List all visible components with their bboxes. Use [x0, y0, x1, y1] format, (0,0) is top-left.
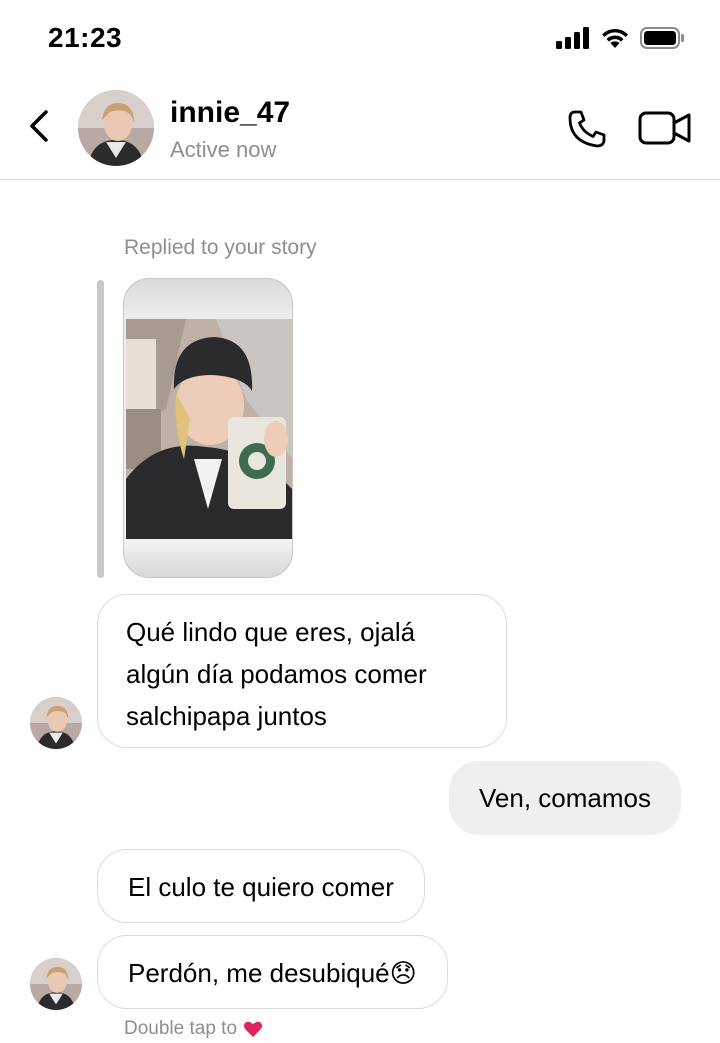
chat-screen: 21:23 innie_47 Active now Replied to you… — [0, 0, 720, 1043]
username[interactable]: innie_47 — [170, 96, 290, 130]
battery-icon — [640, 27, 684, 49]
incoming-message[interactable]: Qué lindo que eres, ojalá algún día poda… — [97, 594, 507, 748]
incoming-message[interactable]: El culo te quiero comer — [97, 849, 425, 923]
phone-icon[interactable] — [566, 108, 608, 150]
double-tap-hint: Double tap to — [124, 1018, 263, 1040]
back-icon[interactable] — [24, 106, 54, 146]
wifi-icon — [602, 28, 628, 48]
reply-indicator-bar — [97, 280, 104, 578]
video-icon[interactable] — [638, 110, 692, 146]
hint-text: Double tap to — [124, 1018, 238, 1039]
sender-avatar[interactable] — [30, 958, 82, 1010]
chat-header: innie_47 Active now — [0, 78, 720, 180]
incoming-message[interactable]: Perdón, me desubiqué😞 — [97, 935, 448, 1009]
story-reply-label: Replied to your story — [124, 236, 317, 259]
heart-icon — [243, 1021, 263, 1037]
story-thumbnail[interactable] — [123, 278, 293, 578]
active-status: Active now — [170, 137, 277, 162]
status-icons — [556, 26, 686, 50]
outgoing-message[interactable]: Ven, comamos — [449, 761, 681, 835]
story-photo — [126, 319, 292, 539]
signal-icon — [556, 27, 589, 49]
sender-avatar[interactable] — [30, 697, 82, 749]
avatar[interactable] — [78, 90, 154, 166]
status-time: 21:23 — [48, 22, 123, 53]
